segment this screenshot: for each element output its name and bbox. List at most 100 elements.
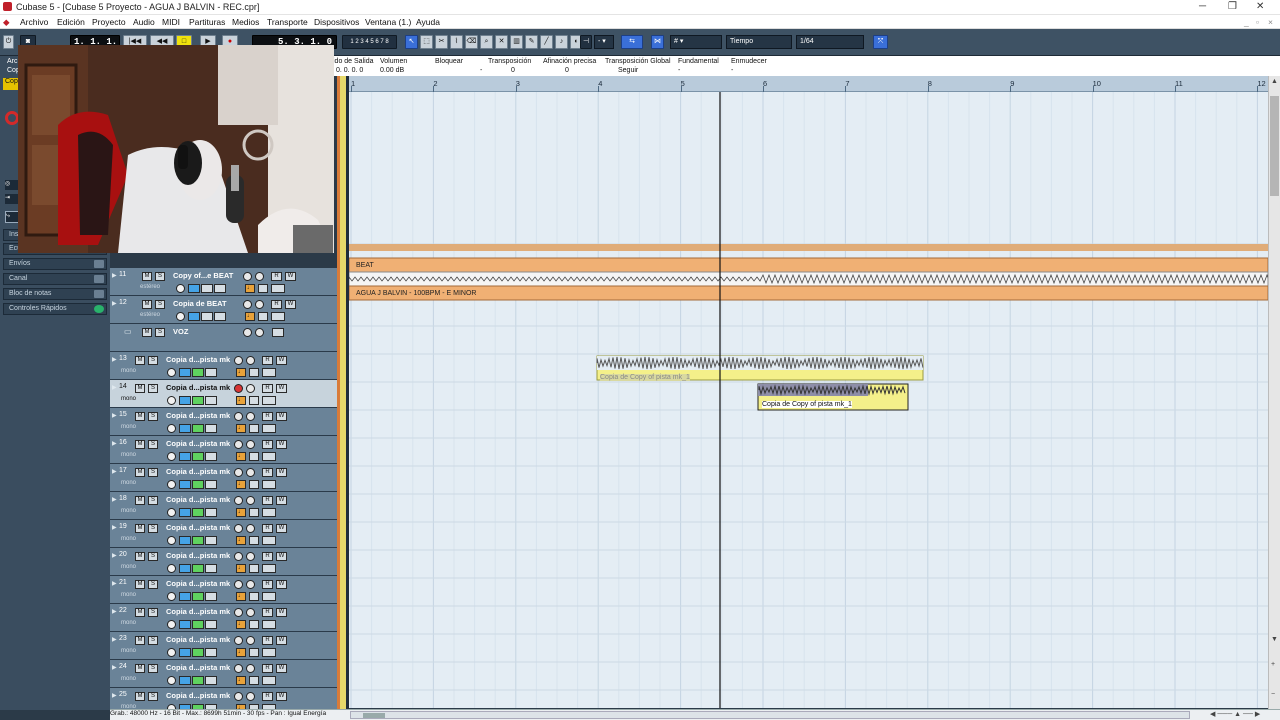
inserts-button[interactable] (179, 368, 191, 377)
clip1-label[interactable]: Copia de Copy of pista mk_1 (600, 374, 690, 381)
solo-button[interactable]: S (148, 664, 158, 673)
track-row[interactable]: 21 ▶ M S Copia d...pista mk R Wmono ♩ (110, 576, 337, 604)
track-name[interactable]: Copia d...pista mk (166, 579, 230, 588)
marker-buttons[interactable]: 1 2 3 4 5 6 7 8 (342, 35, 397, 49)
timebase-icon[interactable]: ♩ (236, 592, 246, 601)
track-row[interactable]: 16 ▶ M S Copia d...pista mk R Wmono ♩ (110, 436, 337, 464)
expand-icon[interactable]: ▶ (112, 496, 117, 503)
lock-icon[interactable] (249, 424, 259, 433)
edit-channel-button[interactable] (167, 508, 176, 517)
read-automation-button[interactable]: R (262, 440, 273, 449)
eq-button[interactable] (192, 564, 204, 573)
edit-channel-button[interactable] (167, 620, 176, 629)
timebase-icon[interactable]: ♩ (236, 620, 246, 629)
solo-button[interactable]: S (148, 356, 158, 365)
inserts-button[interactable] (179, 564, 191, 573)
mute-button[interactable]: M (135, 692, 145, 701)
range-select-tool-icon[interactable]: ⬚ (420, 35, 433, 49)
lanes-icon[interactable] (262, 396, 276, 405)
write-automation-button[interactable]: W (276, 692, 287, 701)
sends-button[interactable] (205, 676, 217, 685)
read-automation-button[interactable]: R (262, 692, 273, 701)
edit-channel-button[interactable] (176, 312, 185, 321)
track-row[interactable]: ▭ M S VOZ (110, 324, 337, 352)
write-automation-button[interactable]: W (276, 384, 287, 393)
track-name[interactable]: Copy of...e BEAT (173, 271, 233, 280)
eq-button[interactable] (192, 676, 204, 685)
sub-restore-icon[interactable]: ▫ (1256, 17, 1259, 27)
record-arm-button[interactable] (234, 636, 243, 645)
read-automation-button[interactable]: R (262, 468, 273, 477)
mute-button[interactable]: M (135, 664, 145, 673)
expand-icon[interactable]: ▶ (112, 524, 117, 531)
eq-button[interactable] (192, 508, 204, 517)
record-arm-button[interactable] (243, 328, 252, 337)
lock-icon[interactable] (249, 368, 259, 377)
horizontal-scrollbar[interactable] (350, 711, 1190, 719)
timebase-icon[interactable]: ♩ (236, 508, 246, 517)
inserts-button[interactable] (179, 592, 191, 601)
mute-button[interactable]: M (135, 580, 145, 589)
inserts-button[interactable] (179, 508, 191, 517)
menu-proyecto[interactable]: Proyecto (92, 17, 126, 27)
timebase-icon[interactable]: ♩ (236, 452, 246, 461)
timebase-icon[interactable]: ♩ (236, 648, 246, 657)
inspector-label-3[interactable]: Cop (3, 78, 19, 90)
info-value-global-transpose[interactable]: Seguir (618, 67, 638, 74)
expand-icon[interactable]: ▶ (112, 552, 117, 559)
quantize-select[interactable]: 1/64 (796, 35, 864, 49)
track-row[interactable]: 12 ▶ M S Copia de BEAT R Westéreo ♩ (110, 296, 337, 324)
monitor-button[interactable] (246, 440, 255, 449)
info-value-finetune[interactable]: 0 (565, 67, 569, 74)
edit-channel-button[interactable] (167, 564, 176, 573)
sends-button[interactable] (205, 648, 217, 657)
sends-button[interactable] (205, 508, 217, 517)
notepad-icon[interactable] (94, 290, 104, 298)
clip2-label[interactable]: Copia de Copy of pista mk_1 (762, 401, 852, 408)
info-event-label[interactable]: AGUA J BALVIN - 100BPM - E MINOR (356, 290, 476, 297)
mute-button[interactable]: M (135, 384, 145, 393)
zoom-out-icon[interactable]: − (1271, 691, 1275, 698)
lanes-icon[interactable] (262, 536, 276, 545)
info-value-lock[interactable]: - (480, 67, 482, 74)
channel-edit-icon[interactable] (94, 275, 104, 283)
track-row[interactable]: 24 ▶ M S Copia d...pista mk R Wmono ♩ (110, 660, 337, 688)
track-row[interactable]: 23 ▶ M S Copia d...pista mk R Wmono ♩ (110, 632, 337, 660)
scroll-up-icon[interactable]: ▲ (1271, 78, 1278, 85)
write-automation-button[interactable]: W (276, 552, 287, 561)
lanes-icon[interactable] (262, 620, 276, 629)
write-automation-button[interactable]: W (276, 412, 287, 421)
record-arm-button[interactable] (234, 552, 243, 561)
sends-button[interactable] (205, 396, 217, 405)
inserts-button[interactable] (179, 620, 191, 629)
snap-on-off-button[interactable]: ⇆ (621, 35, 643, 49)
lock-icon[interactable] (249, 676, 259, 685)
timebase-icon[interactable]: ♩ (245, 284, 255, 293)
eq-button[interactable] (201, 312, 213, 321)
read-automation-button[interactable]: R (262, 664, 273, 673)
sends-button[interactable] (205, 424, 217, 433)
snap-mode-select[interactable]: - ▾ (594, 35, 614, 49)
lock-icon[interactable] (249, 480, 259, 489)
solo-button[interactable]: S (148, 580, 158, 589)
expand-icon[interactable]: ▶ (112, 692, 117, 699)
scroll-down-icon[interactable]: ▼ (1271, 636, 1278, 643)
beat-event-label[interactable]: BEAT (356, 262, 374, 269)
expand-icon[interactable]: ▶ (112, 664, 117, 671)
write-automation-button[interactable]: W (276, 356, 287, 365)
track-row[interactable]: 13 ▶ M S Copia d...pista mk R Wmono ♩ (110, 352, 337, 380)
eq-button[interactable] (201, 284, 213, 293)
lock-icon[interactable] (249, 396, 259, 405)
solo-button[interactable]: S (155, 272, 165, 281)
track-row[interactable]: 14 ▶ M S Copia d...pista mk R Wmono ♩ (110, 380, 337, 408)
track-name[interactable]: Copia d...pista mk (166, 439, 230, 448)
solo-button[interactable]: S (148, 692, 158, 701)
scrollbar-thumb[interactable] (1270, 96, 1279, 196)
inserts-button[interactable] (179, 676, 191, 685)
mute-tool-icon[interactable]: ✕ (495, 35, 508, 49)
mute-button[interactable]: M (135, 412, 145, 421)
info-value-transpose[interactable]: 0 (511, 67, 515, 74)
inserts-button[interactable] (188, 284, 200, 293)
track-name[interactable]: Copia d...pista mk (166, 495, 230, 504)
record-arm-button[interactable] (243, 272, 252, 281)
